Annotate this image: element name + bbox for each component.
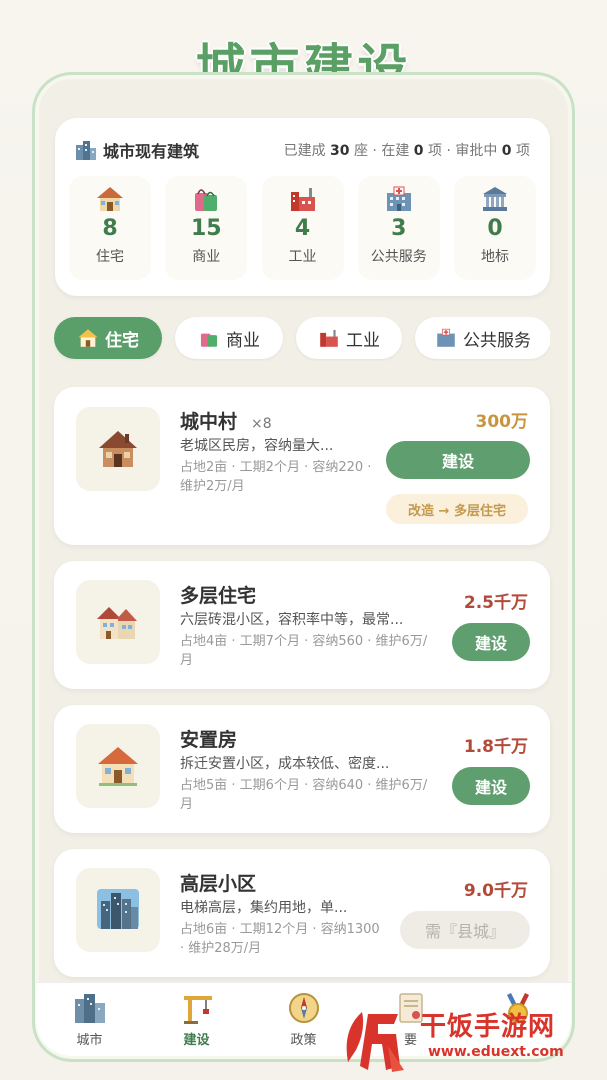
built-count: 30 xyxy=(330,143,350,159)
building-card: 多层住宅 六层砖混小区，容积率中等，最常... 占地4亩 · 工期7个月 · 容… xyxy=(54,561,550,689)
building-card: 城中村 ×8 老城区民房，容纳量大... 占地2亩 · 工期2个月 · 容纳220… xyxy=(54,387,550,545)
building-meta: 占地4亩 · 工期7个月 · 容纳560 · 维护6万/月 xyxy=(180,634,428,668)
building-description: 拆迁安置小区，成本较低、密度... xyxy=(180,756,390,772)
stat-industrial: 4 工业 xyxy=(261,176,344,280)
house-icon xyxy=(97,187,123,211)
site-watermark: 干饭手游网 www.eduext.com xyxy=(338,998,600,1078)
building-description: 老城区民房，容纳量大... xyxy=(180,438,334,454)
stat-landmark: 0 地标 xyxy=(454,176,536,280)
summary-title: 城市现有建筑 xyxy=(103,142,200,161)
stat-commercial: 15 商业 xyxy=(165,176,248,280)
upgrade-button[interactable]: 改造 → 多层住宅 xyxy=(386,494,528,524)
city-buildings-summary: 城市现有建筑 已建成 30 座 · 在建 0 项 · 审批中 0 项 8 住宅 xyxy=(55,118,550,296)
pending-count: 0 xyxy=(501,143,512,159)
building-description: 电梯高层，集约用地，单... xyxy=(180,900,348,916)
tab-industrial[interactable]: 工业 xyxy=(296,317,402,359)
hospital-icon xyxy=(386,186,411,211)
high-rise-icon xyxy=(97,889,139,929)
building-price: 2.5千万 xyxy=(463,593,528,613)
building-count: 0 xyxy=(413,143,424,159)
crane-icon xyxy=(183,996,212,1024)
building-name: 安置房 xyxy=(180,729,238,751)
stat-public-service: 3 公共服务 xyxy=(357,176,440,280)
building-price: 300万 xyxy=(475,412,529,432)
construction-status: 已建成 30 座 · 在建 0 项 · 审批中 0 项 xyxy=(283,143,530,159)
stat-residential: 8 住宅 xyxy=(69,176,151,280)
building-name: 城中村 xyxy=(180,411,238,433)
building-thumbnail xyxy=(76,868,160,952)
multi-story-house-icon xyxy=(97,607,137,639)
building-thumbnail xyxy=(76,580,160,664)
old-house-icon xyxy=(99,431,137,467)
factory-icon xyxy=(320,329,338,347)
building-description: 六层砖混小区，容积率中等，最常... xyxy=(180,612,404,628)
building-price: 1.8千万 xyxy=(463,737,528,757)
build-button[interactable]: 建设 xyxy=(386,441,530,479)
building-price: 9.0千万 xyxy=(463,881,528,901)
landmark-icon xyxy=(483,187,507,211)
watermark-logo-icon xyxy=(346,1012,404,1072)
building-meta: 占地5亩 · 工期6个月 · 容纳640 · 维护6万/月 xyxy=(180,778,428,812)
building-thumbnail xyxy=(76,724,160,808)
watermark-text: 干饭手游网 xyxy=(420,1012,556,1042)
city-icon xyxy=(74,994,105,1023)
build-button[interactable]: 建设 xyxy=(452,767,530,805)
building-meta: 占地6亩 · 工期12个月 · 容纳1300 · 维护28万/月 xyxy=(180,922,380,956)
hospital-icon xyxy=(437,328,455,347)
watermark-url: www.eduext.com xyxy=(428,1044,564,1060)
nav-policy[interactable]: 政策 xyxy=(264,983,344,1056)
category-tabs: 住宅 商业 工业 公共服务 xyxy=(54,317,550,361)
factory-icon xyxy=(290,188,315,211)
locked-build-button[interactable]: 需『县城』 xyxy=(400,911,530,949)
nav-city[interactable]: 城市 xyxy=(50,983,130,1056)
nav-build[interactable]: 建设 xyxy=(157,983,237,1056)
building-meta: 占地2亩 · 工期2个月 · 容纳220 · 维护2万/月 xyxy=(180,460,372,494)
building-card: 安置房 拆迁安置小区，成本较低、密度... 占地5亩 · 工期6个月 · 容纳6… xyxy=(54,705,550,833)
building-name: 高层小区 xyxy=(180,873,257,895)
compass-icon xyxy=(288,993,319,1023)
building-thumbnail xyxy=(76,407,160,491)
building-count: ×8 xyxy=(251,416,272,432)
building-card: 高层小区 电梯高层，集约用地，单... 占地6亩 · 工期12个月 · 容纳13… xyxy=(54,849,550,977)
shopping-bag-icon xyxy=(195,189,218,211)
house-icon xyxy=(78,329,98,347)
city-icon xyxy=(76,141,96,160)
shopping-bag-icon xyxy=(200,333,218,347)
resettlement-house-icon xyxy=(98,747,138,786)
build-button[interactable]: 建设 xyxy=(452,623,530,661)
tab-public-service[interactable]: 公共服务 xyxy=(415,317,550,359)
building-name: 多层住宅 xyxy=(180,585,257,607)
tab-residential[interactable]: 住宅 xyxy=(54,317,162,359)
tab-commercial[interactable]: 商业 xyxy=(175,317,283,359)
